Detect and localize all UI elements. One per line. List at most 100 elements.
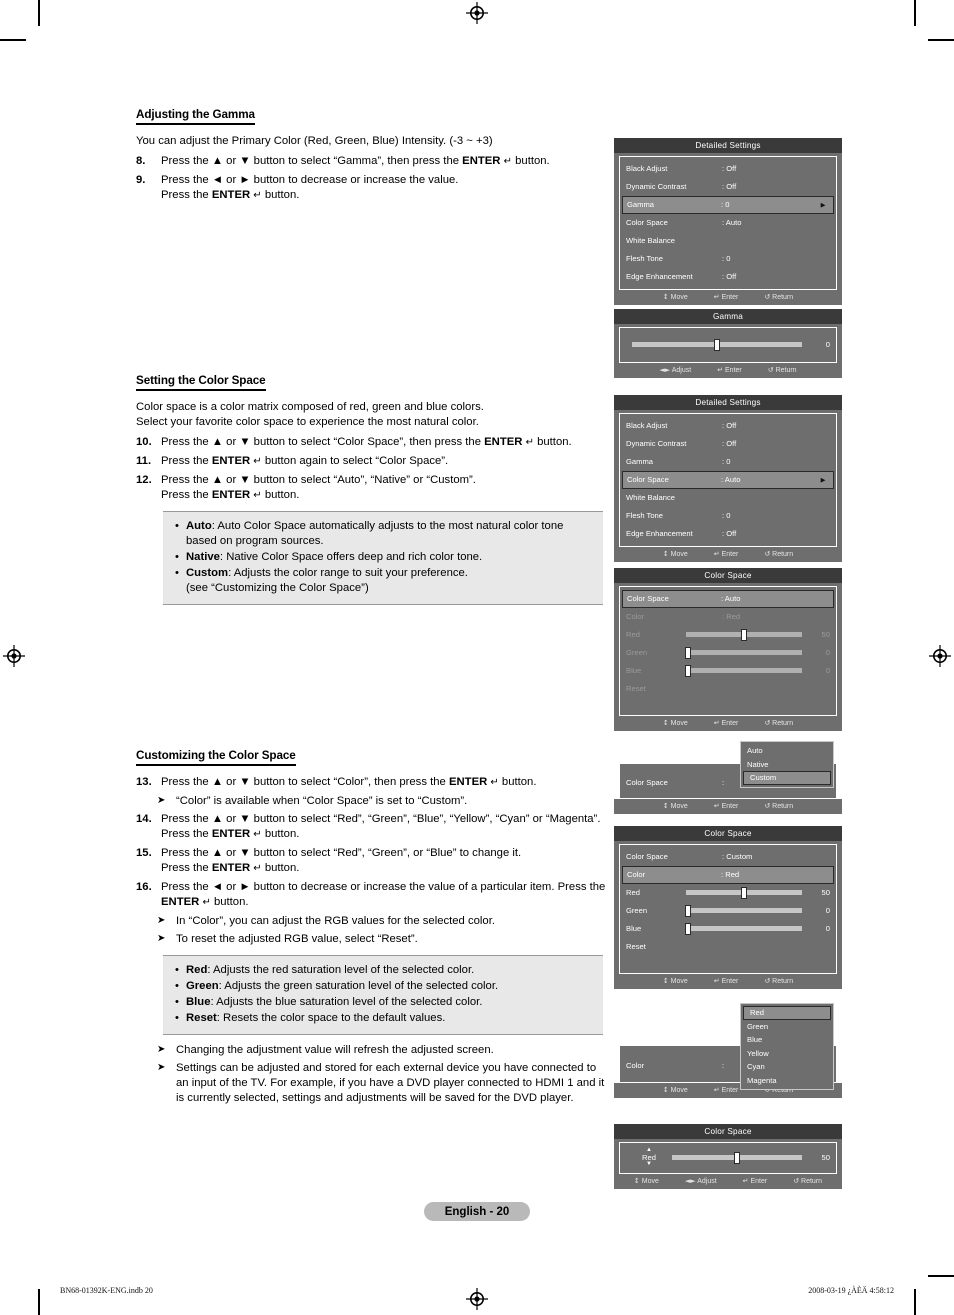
osd-reset-row[interactable]: Reset [620,938,836,956]
enter-icon: ↵ [713,549,720,558]
dropdown-option[interactable]: Native [741,758,833,772]
color-space-adjust-track[interactable] [672,1151,802,1164]
osd-row[interactable]: Black Adjust: Off [620,160,836,178]
triangle-down-icon[interactable]: ▼ [646,1161,652,1168]
dropdown-option[interactable]: Green [741,1020,833,1034]
step-number: 14. [136,813,152,826]
section-adjusting-gamma: Adjusting the Gamma You can adjust the P… [136,108,606,207]
osd-footer-enter: ↵ Enter [713,802,739,810]
osd-row-selected[interactable]: Color: Red [622,865,834,884]
dropdown-option[interactable]: Red [743,1006,831,1020]
osd-row[interactable]: Edge Enhancement: Off [620,268,836,286]
osd-slider-track[interactable] [685,922,802,935]
dropdown-option[interactable]: Blue [741,1033,833,1047]
osd-footer-move: ↕ Move [662,976,688,985]
osd-row-label: Color Space [627,594,669,603]
dropdown-option[interactable]: Yellow [741,1047,833,1061]
color-space-options-dropdown[interactable]: Auto Native Custom [740,741,834,788]
osd-row-value: : 0 [721,200,730,209]
osd-footer-return: ↺ Return [767,365,797,374]
osd-row[interactable]: White Balance [620,489,836,507]
osd-footer-enter: ↵ Enter [713,1086,739,1094]
osd-slider-list: Red 50 Green 0 Blue 0 [620,626,836,680]
tail-note: ➤ Settings can be adjusted and stored for… [136,1061,606,1106]
step-number: 8. [136,154,146,167]
enter-icon: ↵ [713,802,720,810]
osd-row[interactable]: Edge Enhancement: Off [620,525,836,543]
heading-customizing-color-space: Customizing the Color Space [136,749,296,766]
osd-frame: Color Space : Auto Color: Red Red 50 Green 0 B… [619,585,837,716]
osd-title: Color Space [614,568,842,583]
gamma-slider-track[interactable] [632,338,802,351]
osd-row-selected[interactable]: Gamma: 0 ► [622,195,834,214]
gamma-slider-row[interactable]: 0 [620,336,836,354]
color-space-note-list: Auto: Auto Color Space automatically adj… [175,519,593,596]
osd-slider-knob[interactable] [685,922,692,935]
osd-slider-row[interactable]: Green 0 [620,644,836,662]
osd-slider-row[interactable]: Red 50 [620,884,836,902]
osd-slider-label: Green [626,906,648,915]
osd-slider-track[interactable] [686,628,802,641]
osd-row-selected[interactable]: Color Space: Auto ► [622,470,834,489]
osd-row[interactable]: White Balance [620,232,836,250]
section-setting-color-space: Setting the Color Space Color space is a… [136,374,606,613]
dropdown-option[interactable]: Auto [741,744,833,758]
note-bullet-item: Auto: Auto Color Space automatically adj… [175,519,593,549]
osd-footer: ↕ Move ↵ Enter ↺ Return [614,799,842,814]
osd-row[interactable]: Color Space: Auto [620,214,836,232]
osd-row-label: Edge Enhancement [626,529,693,538]
up-down-selector[interactable]: ▲ Red ▼ [626,1147,672,1169]
osd-row[interactable]: Dynamic Contrast: Off [620,435,836,453]
enter-icon: ↵ [717,365,724,374]
dropdown-option[interactable]: Magenta [741,1074,833,1088]
osd-row[interactable]: Black Adjust: Off [620,417,836,435]
osd-slider-knob[interactable] [685,904,692,917]
osd-row-list: Black Adjust: Off Dynamic Contrast: Off Ga… [620,417,836,543]
osd-row-value: : Auto [721,594,741,603]
color-options-dropdown[interactable]: Red Green Blue Yellow Cyan Magenta [740,1003,834,1090]
gamma-steps: 8. Press the ▲ or ▼ button to select “Gam… [136,154,606,203]
gamma-slider-knob[interactable] [714,338,720,351]
osd-slider-row[interactable]: Green 0 [620,902,836,920]
osd-slider-knob[interactable] [741,628,747,641]
osd-reset-row[interactable]: Reset [620,680,836,698]
adjust-icon: ◄► [684,1176,696,1185]
note-text: “Color” is available when “Color Space” … [176,795,468,808]
dropdown-option[interactable]: Cyan [741,1060,833,1074]
chevron-right-icon: ► [819,200,827,209]
osd-row[interactable]: Flesh Tone: 0 [620,507,836,525]
osd-color-space-label: Color Space [626,777,668,787]
osd-row[interactable]: Color: Red [620,608,836,626]
osd-row-value: : Red [722,612,741,621]
osd-row-label: Edge Enhancement [626,272,693,281]
osd-slider-track[interactable] [685,904,802,917]
osd-row-label: Color Space [626,852,668,861]
osd-slider-knob[interactable] [685,664,692,677]
color-space-adjust-row[interactable]: ▲ Red ▼ 50 [620,1147,836,1169]
osd-row[interactable]: Gamma: 0 [620,453,836,471]
osd-footer: ↕ Move ↵ Enter ↺ Return [614,974,842,989]
osd-slider-row[interactable]: Red 50 [620,626,836,644]
enter-icon: ↵ [713,292,720,301]
osd-row[interactable]: Dynamic Contrast: Off [620,178,836,196]
dropdown-option[interactable]: Custom [743,771,831,785]
osd-row[interactable]: Flesh Tone: 0 [620,250,836,268]
osd-slider-label: Green [626,648,648,657]
osd-slider-track[interactable] [685,664,802,677]
osd-slider-knob[interactable] [741,886,747,899]
osd-row-label: Dynamic Contrast [626,182,687,191]
osd-frame: Black Adjust: Off Dynamic Contrast: Off Ga… [619,155,837,290]
step-text: Press the ▲ or ▼ button to select “Red”,… [161,847,522,875]
osd-slider-track[interactable] [686,886,802,899]
instruction-step: 14. Press the ▲ or ▼ button to select “Re… [136,812,606,842]
osd-slider-track[interactable] [685,646,802,659]
osd-slider-value: 0 [825,648,830,657]
osd-row[interactable]: Color Space: Custom [620,848,836,866]
color-space-adjust-knob[interactable] [734,1151,740,1164]
osd-slider-row[interactable]: Blue 0 [620,920,836,938]
osd-slider-knob[interactable] [685,646,692,659]
osd-slider-row[interactable]: Blue 0 [620,662,836,680]
osd-footer: ↕ Move ↵ Enter ↺ Return [614,716,842,731]
osd-row-selected[interactable]: Color Space : Auto [622,589,834,608]
return-icon: ↺ [764,549,771,558]
